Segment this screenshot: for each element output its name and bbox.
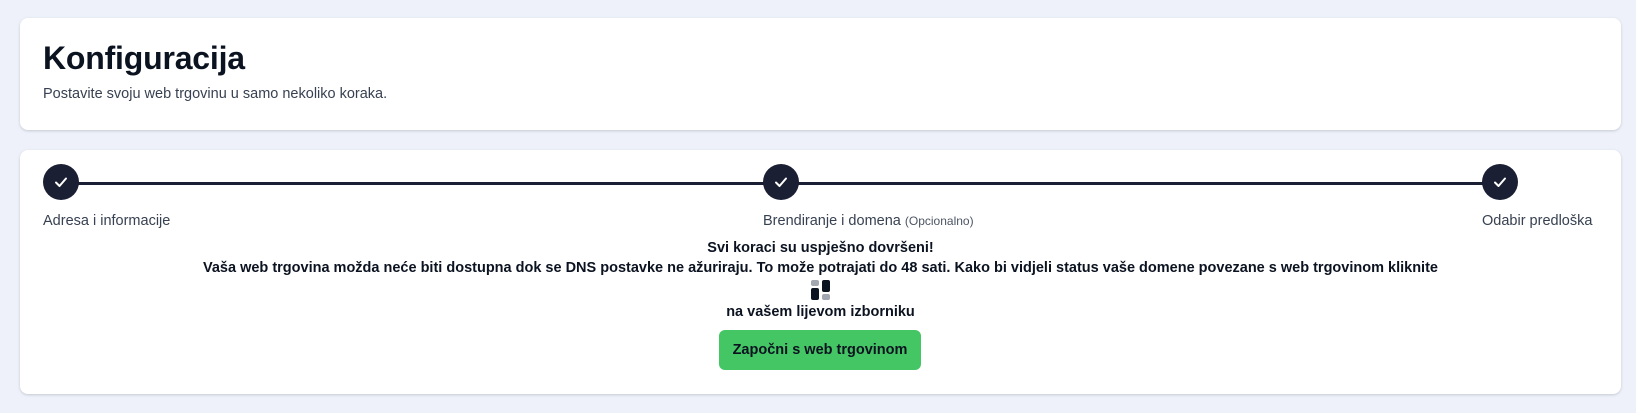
- dashboard-icon: [810, 280, 831, 302]
- completion-title: Svi koraci su uspješno dovršeni!: [707, 240, 934, 256]
- step-2-label-text: Brendiranje i domena: [763, 213, 901, 229]
- progress-line-2: [772, 182, 1488, 185]
- dashboard-icon-wrap: [20, 280, 1621, 302]
- start-webshop-button[interactable]: Započni s web trgovinom: [719, 330, 921, 370]
- page-subtitle: Postavite svoju web trgovinu u samo neko…: [43, 86, 388, 102]
- completion-menu-hint: na vašem lijevom izborniku: [726, 304, 915, 320]
- step-1-label: Adresa i informacije: [43, 212, 170, 230]
- step-2-complete-icon: [763, 164, 799, 200]
- step-3-complete-icon: [1482, 164, 1518, 200]
- header-card: [20, 18, 1621, 130]
- step-1-label-text: Adresa i informacije: [43, 213, 171, 229]
- progress-line-1: [60, 182, 772, 185]
- completion-message: Vaša web trgovina možda neće biti dostup…: [203, 260, 1438, 276]
- setup-steps-card: Adresa i informacije Brendiranje i domen…: [20, 150, 1621, 394]
- step-2-label: Brendiranje i domena (Opcionalno): [763, 212, 974, 230]
- step-1-complete-icon: [43, 164, 79, 200]
- page-title: Konfiguracija: [43, 40, 245, 76]
- step-2-optional-tag: (Opcionalno): [904, 214, 974, 228]
- step-3-label-text: Odabir predloška: [1482, 213, 1593, 229]
- step-3-label: Odabir predloška: [1482, 212, 1592, 230]
